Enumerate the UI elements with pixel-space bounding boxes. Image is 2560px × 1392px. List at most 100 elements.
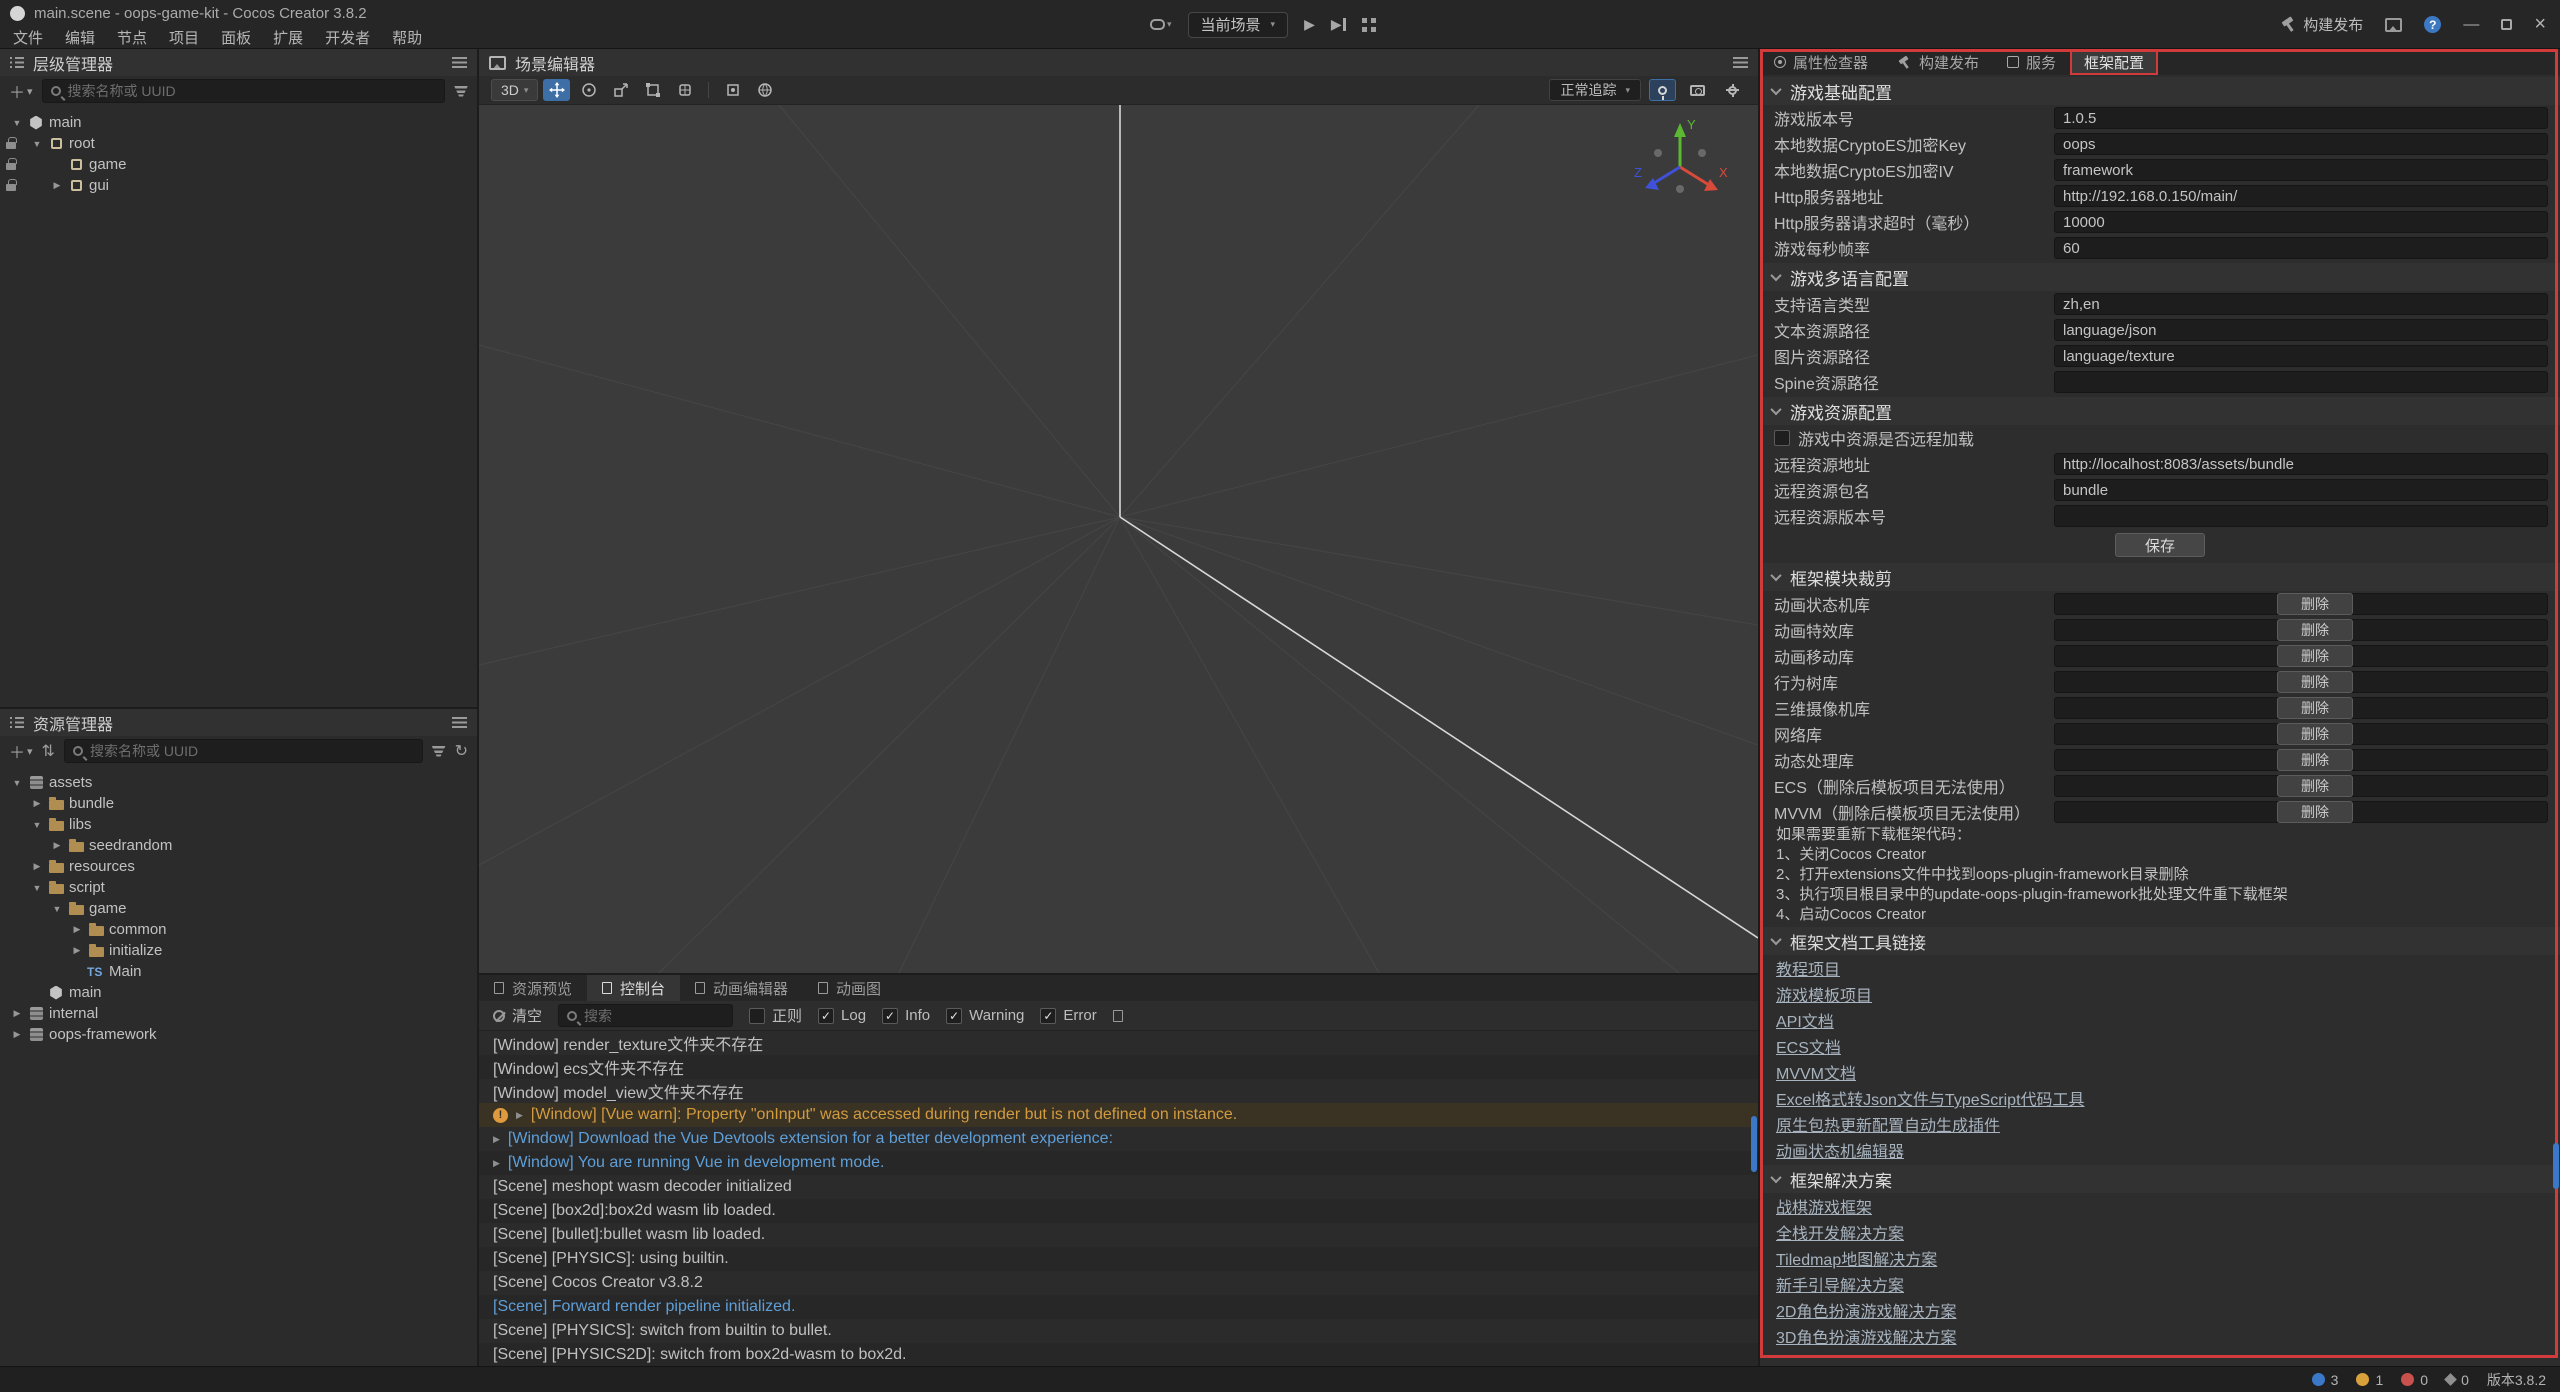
module-path-field[interactable]: 删除 [2054,671,2548,693]
property-input[interactable] [2054,453,2548,475]
camera-settings-button[interactable] [1684,79,1711,101]
doc-link[interactable]: Tiledmap地图解决方案 [1776,1246,1937,1270]
asset-node[interactable]: ▶bundle [0,793,477,814]
asset-node[interactable]: ▶internal [0,1003,477,1024]
delete-button[interactable]: 删除 [2277,723,2353,745]
module-path-field[interactable]: 删除 [2054,619,2548,641]
log-row[interactable]: [Scene] [PHYSICS]: switch from builtin t… [479,1319,1758,1343]
help-icon[interactable]: ? [2424,16,2441,33]
regex-toggle[interactable]: 正则 [749,1005,802,1026]
log-row[interactable]: ▶[Window] You are running Vue in develop… [479,1151,1758,1175]
property-input[interactable] [2054,319,2548,341]
doc-link[interactable]: 新手引导解决方案 [1776,1272,1904,1296]
property-input[interactable] [2054,371,2548,393]
log-row[interactable]: ▶[Window] Download the Vue Devtools exte… [479,1127,1758,1151]
minimize-button[interactable]: — [2463,16,2479,34]
mode-3d-button[interactable]: 3D ▾ [491,79,538,101]
menu-file[interactable]: 文件 [2,27,54,48]
section-header[interactable]: 游戏资源配置 [1760,397,2560,425]
section-header[interactable]: 框架文档工具链接 [1760,927,2560,955]
asset-node[interactable]: ▼script [0,877,477,898]
console-search-input[interactable] [584,1008,724,1024]
expand-arrow-icon[interactable]: ▶ [28,798,46,809]
delete-button[interactable]: 删除 [2277,775,2353,797]
property-input[interactable] [2054,133,2548,155]
scale-tool-button[interactable] [607,79,634,101]
panel-menu-icon[interactable] [452,717,467,728]
log-row[interactable]: [Scene] [PHYSICS]: using builtin. [479,1247,1758,1271]
hierarchy-node[interactable]: ▼main [0,112,477,133]
warning-checkbox[interactable] [946,1008,962,1024]
doc-link[interactable]: 游戏模板项目 [1776,982,1872,1006]
module-path-field[interactable]: 删除 [2054,723,2548,745]
error-count-badge[interactable]: 0 [2401,1372,2428,1388]
add-asset-button[interactable]: ＋▾ [9,739,33,763]
tab-animation-editor[interactable]: 动画编辑器 [680,975,803,1001]
current-scene-select[interactable]: 当前场景 ▾ [1188,12,1289,38]
module-path-field[interactable]: 删除 [2054,775,2548,797]
log-checkbox[interactable] [818,1008,834,1024]
screenshot-icon[interactable] [2385,18,2402,32]
pivot-toggle-button[interactable] [719,79,746,101]
menu-extension[interactable]: 扩展 [262,27,314,48]
section-header[interactable]: 游戏多语言配置 [1760,263,2560,291]
console-scrollbar[interactable] [1751,1116,1757,1172]
module-path-field[interactable]: 删除 [2054,593,2548,615]
log-row[interactable]: [Scene] Cocos Creator v3.8.2 [479,1271,1758,1295]
log-row[interactable]: !▶[Window] [Vue warn]: Property "onInput… [479,1103,1758,1127]
module-path-field[interactable]: 删除 [2054,697,2548,719]
log-row[interactable]: [Window] ecs文件夹不存在 [479,1055,1758,1079]
doc-link[interactable]: MVVM文档 [1776,1060,1856,1084]
expand-arrow-icon[interactable]: ▶ [493,1158,500,1169]
filter-icon[interactable] [432,746,446,757]
info-checkbox[interactable] [882,1008,898,1024]
tab-console[interactable]: 控制台 [587,975,680,1001]
expand-arrow-icon[interactable]: ▼ [8,778,26,788]
menu-edit[interactable]: 编辑 [54,27,106,48]
assets-search-input[interactable] [90,743,414,759]
maximize-button[interactable] [2501,19,2512,30]
asset-node[interactable]: ▶common [0,919,477,940]
expand-arrow-icon[interactable]: ▶ [28,861,46,872]
expand-arrow-icon[interactable]: ▶ [68,924,86,935]
section-header[interactable]: 框架解决方案 [1760,1165,2560,1193]
delete-button[interactable]: 删除 [2277,697,2353,719]
regex-checkbox[interactable] [749,1008,765,1024]
property-input[interactable] [2054,293,2548,315]
build-publish-button[interactable]: 构建发布 [2280,14,2363,35]
menu-project[interactable]: 项目 [158,27,210,48]
tab-build-publish[interactable]: 构建发布 [1882,49,1993,75]
step-button[interactable]: ▶ [1331,16,1346,33]
section-header[interactable]: 框架模块裁剪 [1760,563,2560,591]
save-button[interactable]: 保存 [2115,533,2205,557]
property-input[interactable] [2054,211,2548,233]
asset-node[interactable]: ▼assets [0,772,477,793]
delete-button[interactable]: 删除 [2277,593,2353,615]
copy-log-icon[interactable] [1113,1010,1123,1022]
tab-framework-config[interactable]: 框架配置 [2070,49,2158,75]
scene-viewport[interactable]: Y X Z [479,105,1758,973]
asset-node[interactable]: TSMain [0,961,477,982]
move-tool-button[interactable] [543,79,570,101]
clear-console-button[interactable]: 清空 [493,1005,542,1026]
tab-asset-preview[interactable]: 资源预览 [479,975,587,1001]
filter-warning[interactable]: Warning [946,1007,1024,1024]
rect-tool-button[interactable] [639,79,666,101]
log-row[interactable]: [Scene] meshopt wasm decoder initialized [479,1175,1758,1199]
property-input[interactable] [2054,345,2548,367]
layout-grid-icon[interactable] [1362,18,1376,32]
refresh-icon[interactable]: ↻ [455,741,468,761]
warning-count-badge[interactable]: 1 [2356,1372,2383,1388]
sort-icon[interactable]: ⇅ [42,741,55,761]
doc-link[interactable]: API文档 [1776,1008,1834,1032]
expand-arrow-icon[interactable]: ▶ [516,1110,523,1121]
tracking-select[interactable]: 正常追踪 ▾ [1549,79,1641,101]
remote-load-checkbox[interactable] [1774,430,1790,446]
expand-arrow-icon[interactable]: ▶ [48,840,66,851]
expand-arrow-icon[interactable]: ▶ [493,1134,500,1145]
asset-node[interactable]: main [0,982,477,1003]
log-row[interactable]: [Scene] [box2d]:box2d wasm lib loaded. [479,1199,1758,1223]
doc-link[interactable]: 战棋游戏框架 [1776,1194,1872,1218]
doc-link[interactable]: 2D角色扮演游戏解决方案 [1776,1298,1956,1322]
property-input[interactable] [2054,237,2548,259]
